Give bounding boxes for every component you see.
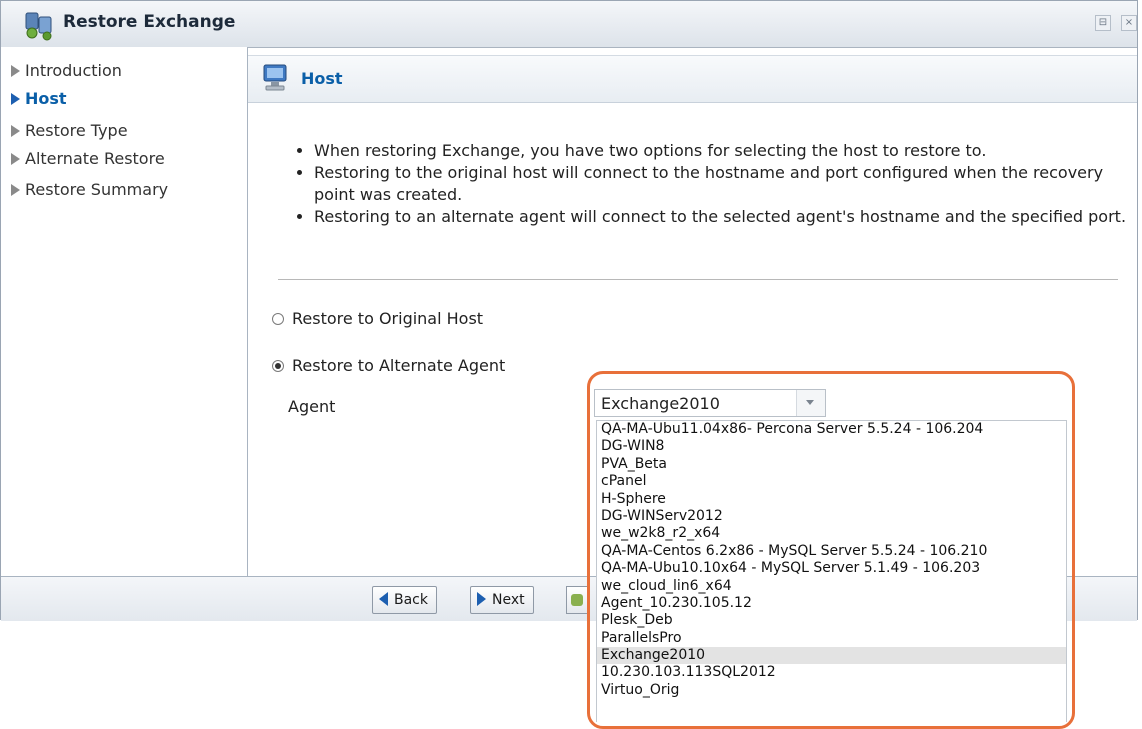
sidebar-item-label: Introduction: [25, 61, 122, 80]
agent-option[interactable]: QA-MA-Centos 6.2x86 - MySQL Server 5.5.2…: [597, 543, 1066, 560]
radio-original-host[interactable]: [272, 313, 284, 325]
restore-icon: [571, 594, 583, 606]
sidebar-item-label: Restore Type: [25, 121, 128, 140]
radio-alternate-agent[interactable]: [272, 360, 284, 372]
agent-option[interactable]: we_w2k8_r2_x64: [597, 525, 1066, 542]
agent-option[interactable]: QA-MA-Ubu11.04x86- Percona Server 5.5.24…: [597, 421, 1066, 438]
triangle-right-icon: [11, 93, 20, 105]
close-icon[interactable]: ×: [1121, 15, 1137, 31]
agent-option[interactable]: Virtuo_Orig: [597, 682, 1066, 699]
agent-select[interactable]: Exchange2010: [594, 389, 826, 417]
agent-option[interactable]: cPanel: [597, 473, 1066, 490]
window-title: Restore Exchange: [63, 12, 236, 32]
sidebar-item-label: Alternate Restore: [25, 149, 165, 168]
triangle-right-icon: [11, 65, 20, 77]
agent-dropdown-list[interactable]: QA-MA-Ubu11.04x86- Percona Server 5.5.24…: [596, 420, 1067, 722]
triangle-right-icon: [11, 184, 20, 196]
sidebar-item-label: Restore Summary: [25, 180, 169, 199]
next-button[interactable]: Next: [470, 586, 534, 614]
agent-option[interactable]: we_cloud_lin6_x64: [597, 578, 1066, 595]
agent-option[interactable]: H-Sphere: [597, 491, 1066, 508]
sidebar-item-introduction[interactable]: Introduction: [11, 61, 122, 85]
sidebar-item-alternate-restore[interactable]: Alternate Restore: [11, 149, 165, 173]
sidebar-item-restore-type[interactable]: Restore Type: [11, 121, 128, 145]
agent-option[interactable]: Plesk_Deb: [597, 612, 1066, 629]
info-item: Restoring to the original host will conn…: [314, 162, 1134, 206]
agent-label: Agent: [288, 397, 336, 416]
servers-icon: [25, 12, 52, 41]
sidebar-item-label: Host: [25, 89, 67, 108]
divider: [278, 279, 1118, 280]
chevron-right-icon: [477, 592, 486, 606]
window-titlebar: Restore Exchange ⊟ ×: [1, 1, 1137, 48]
chevron-down-icon[interactable]: [796, 390, 825, 416]
agent-option[interactable]: 10.230.103.113SQL2012: [597, 664, 1066, 681]
chevron-left-icon: [379, 592, 388, 606]
agent-option[interactable]: Exchange2010: [597, 647, 1066, 665]
section-title: Host: [301, 69, 343, 88]
agent-option[interactable]: Agent_10.230.105.12: [597, 595, 1066, 612]
restore-original-host-option[interactable]: Restore to Original Host: [272, 309, 483, 333]
info-item: When restoring Exchange, you have two op…: [314, 140, 1134, 162]
computer-icon: [263, 64, 287, 91]
radio-label: Restore to Alternate Agent: [292, 356, 506, 375]
sidebar-item-host[interactable]: Host: [11, 89, 67, 113]
section-header: Host: [248, 55, 1137, 103]
wizard-sidebar: Introduction Host Restore Type Alternate…: [1, 47, 248, 576]
info-item: Restoring to an alternate agent will con…: [314, 206, 1134, 228]
triangle-right-icon: [11, 125, 20, 137]
agent-option[interactable]: QA-MA-Ubu10.10x64 - MySQL Server 5.1.49 …: [597, 560, 1066, 577]
agent-option[interactable]: PVA_Beta: [597, 456, 1066, 473]
triangle-right-icon: [11, 153, 20, 165]
agent-option[interactable]: DG-WINServ2012: [597, 508, 1066, 525]
agent-select-value: Exchange2010: [601, 394, 720, 413]
sidebar-item-restore-summary[interactable]: Restore Summary: [11, 180, 168, 204]
agent-option[interactable]: DG-WIN8: [597, 438, 1066, 455]
back-button[interactable]: Back: [372, 586, 437, 614]
agent-option[interactable]: ParallelsPro: [597, 630, 1066, 647]
maximize-icon[interactable]: ⊟: [1095, 15, 1111, 31]
radio-label: Restore to Original Host: [292, 309, 484, 328]
restore-button[interactable]: [566, 586, 588, 614]
info-list: When restoring Exchange, you have two op…: [288, 140, 1134, 228]
restore-alternate-agent-option[interactable]: Restore to Alternate Agent: [272, 356, 505, 380]
